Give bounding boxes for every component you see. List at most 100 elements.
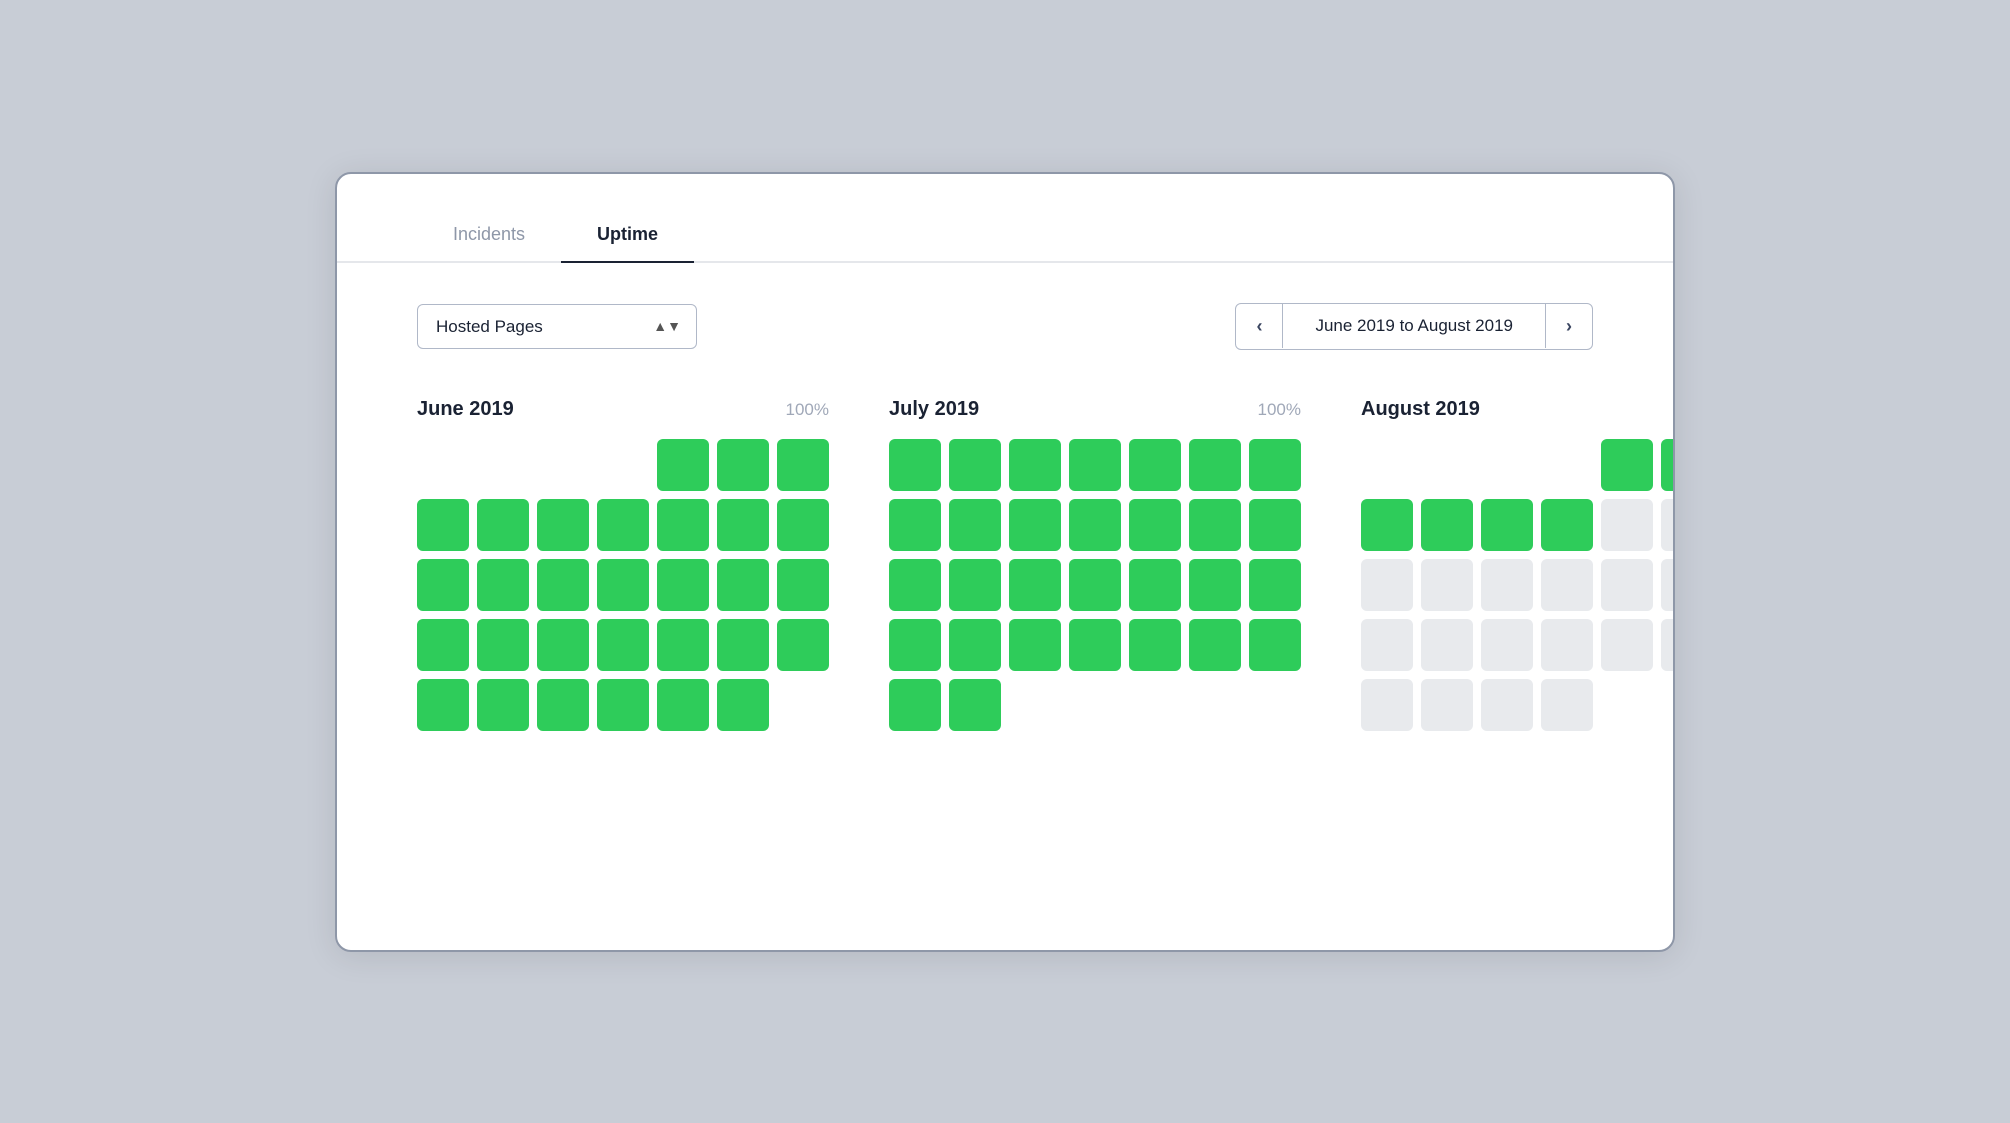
month-header: June 2019100% bbox=[417, 398, 829, 421]
day-cell bbox=[717, 439, 769, 491]
day-cell bbox=[1661, 499, 1675, 551]
day-cell bbox=[1421, 679, 1473, 731]
day-cell bbox=[1069, 439, 1121, 491]
service-select-wrapper: Hosted Pages API Dashboard ▲▼ bbox=[417, 304, 697, 349]
day-cell bbox=[537, 619, 589, 671]
day-cell bbox=[597, 439, 649, 491]
calendar-row bbox=[889, 499, 1301, 551]
month-block-2: August 2019100% bbox=[1361, 398, 1675, 731]
day-cell bbox=[1481, 499, 1533, 551]
calendars-row: June 2019100% July 2019100% August 2019 100… bbox=[417, 398, 1593, 731]
day-cell bbox=[1601, 439, 1653, 491]
day-cell bbox=[597, 619, 649, 671]
day-cell bbox=[1661, 679, 1675, 731]
day-cell bbox=[1129, 679, 1181, 731]
month-block-0: June 2019100% bbox=[417, 398, 829, 731]
month-title: June 2019 bbox=[417, 398, 514, 421]
day-cell bbox=[1129, 619, 1181, 671]
tabs-bar: Incidents Uptime bbox=[337, 174, 1673, 263]
day-cell bbox=[1661, 619, 1675, 671]
main-content: Hosted Pages API Dashboard ▲▼ ‹ June 201… bbox=[337, 263, 1673, 791]
month-header: August 2019100% bbox=[1361, 398, 1675, 421]
day-cell bbox=[1249, 679, 1301, 731]
service-select[interactable]: Hosted Pages API Dashboard bbox=[417, 304, 697, 349]
day-cell bbox=[537, 499, 589, 551]
day-cell bbox=[1069, 499, 1121, 551]
day-cell bbox=[1361, 619, 1413, 671]
day-cell bbox=[1009, 619, 1061, 671]
calendar-row bbox=[417, 499, 829, 551]
calendar-row bbox=[1361, 499, 1675, 551]
day-cell bbox=[1249, 559, 1301, 611]
calendar-grid bbox=[417, 439, 829, 731]
day-cell bbox=[889, 499, 941, 551]
day-cell bbox=[1601, 559, 1653, 611]
calendar-row bbox=[417, 559, 829, 611]
day-cell bbox=[417, 679, 469, 731]
day-cell bbox=[597, 679, 649, 731]
date-prev-button[interactable]: ‹ bbox=[1236, 304, 1282, 349]
day-cell bbox=[537, 559, 589, 611]
day-cell bbox=[1481, 619, 1533, 671]
calendar-row bbox=[1361, 619, 1675, 671]
day-cell bbox=[949, 619, 1001, 671]
day-cell bbox=[537, 439, 589, 491]
day-cell bbox=[657, 559, 709, 611]
calendar-row bbox=[417, 679, 829, 731]
day-cell bbox=[889, 679, 941, 731]
day-cell bbox=[1009, 439, 1061, 491]
day-cell bbox=[1481, 559, 1533, 611]
day-cell bbox=[417, 499, 469, 551]
day-cell bbox=[417, 619, 469, 671]
day-cell bbox=[657, 619, 709, 671]
day-cell bbox=[1361, 439, 1413, 491]
day-cell bbox=[1189, 679, 1241, 731]
month-title: August 2019 bbox=[1361, 398, 1480, 421]
day-cell bbox=[1069, 619, 1121, 671]
calendar-row bbox=[417, 619, 829, 671]
day-cell bbox=[1481, 679, 1533, 731]
day-cell bbox=[657, 499, 709, 551]
day-cell bbox=[1541, 679, 1593, 731]
day-cell bbox=[1189, 619, 1241, 671]
day-cell bbox=[889, 559, 941, 611]
day-cell bbox=[1421, 559, 1473, 611]
calendar-grid bbox=[1361, 439, 1675, 731]
month-pct: 100% bbox=[1258, 400, 1301, 420]
day-cell bbox=[1361, 499, 1413, 551]
day-cell bbox=[1421, 439, 1473, 491]
month-header: July 2019100% bbox=[889, 398, 1301, 421]
tab-incidents[interactable]: Incidents bbox=[417, 210, 561, 263]
day-cell bbox=[537, 679, 589, 731]
day-cell bbox=[477, 559, 529, 611]
day-cell bbox=[1361, 679, 1413, 731]
day-cell bbox=[777, 559, 829, 611]
date-next-button[interactable]: › bbox=[1546, 304, 1592, 349]
day-cell bbox=[889, 439, 941, 491]
tab-uptime[interactable]: Uptime bbox=[561, 210, 694, 263]
day-cell bbox=[1361, 559, 1413, 611]
day-cell bbox=[477, 679, 529, 731]
day-cell bbox=[417, 439, 469, 491]
calendar-row bbox=[889, 619, 1301, 671]
date-nav: ‹ June 2019 to August 2019 › bbox=[1235, 303, 1593, 350]
month-block-1: July 2019100% bbox=[889, 398, 1301, 731]
controls-row: Hosted Pages API Dashboard ▲▼ ‹ June 201… bbox=[417, 303, 1593, 350]
date-range-label: June 2019 to August 2019 bbox=[1282, 304, 1546, 348]
day-cell bbox=[1661, 559, 1675, 611]
day-cell bbox=[777, 619, 829, 671]
day-cell bbox=[1189, 439, 1241, 491]
calendar-row bbox=[889, 679, 1301, 731]
calendar-row bbox=[1361, 679, 1675, 731]
day-cell bbox=[1129, 499, 1181, 551]
day-cell bbox=[717, 679, 769, 731]
day-cell bbox=[1069, 679, 1121, 731]
day-cell bbox=[1009, 679, 1061, 731]
day-cell bbox=[1009, 559, 1061, 611]
day-cell bbox=[417, 559, 469, 611]
day-cell bbox=[1661, 439, 1675, 491]
day-cell bbox=[777, 679, 829, 731]
day-cell bbox=[949, 559, 1001, 611]
day-cell bbox=[777, 499, 829, 551]
day-cell bbox=[1601, 499, 1653, 551]
